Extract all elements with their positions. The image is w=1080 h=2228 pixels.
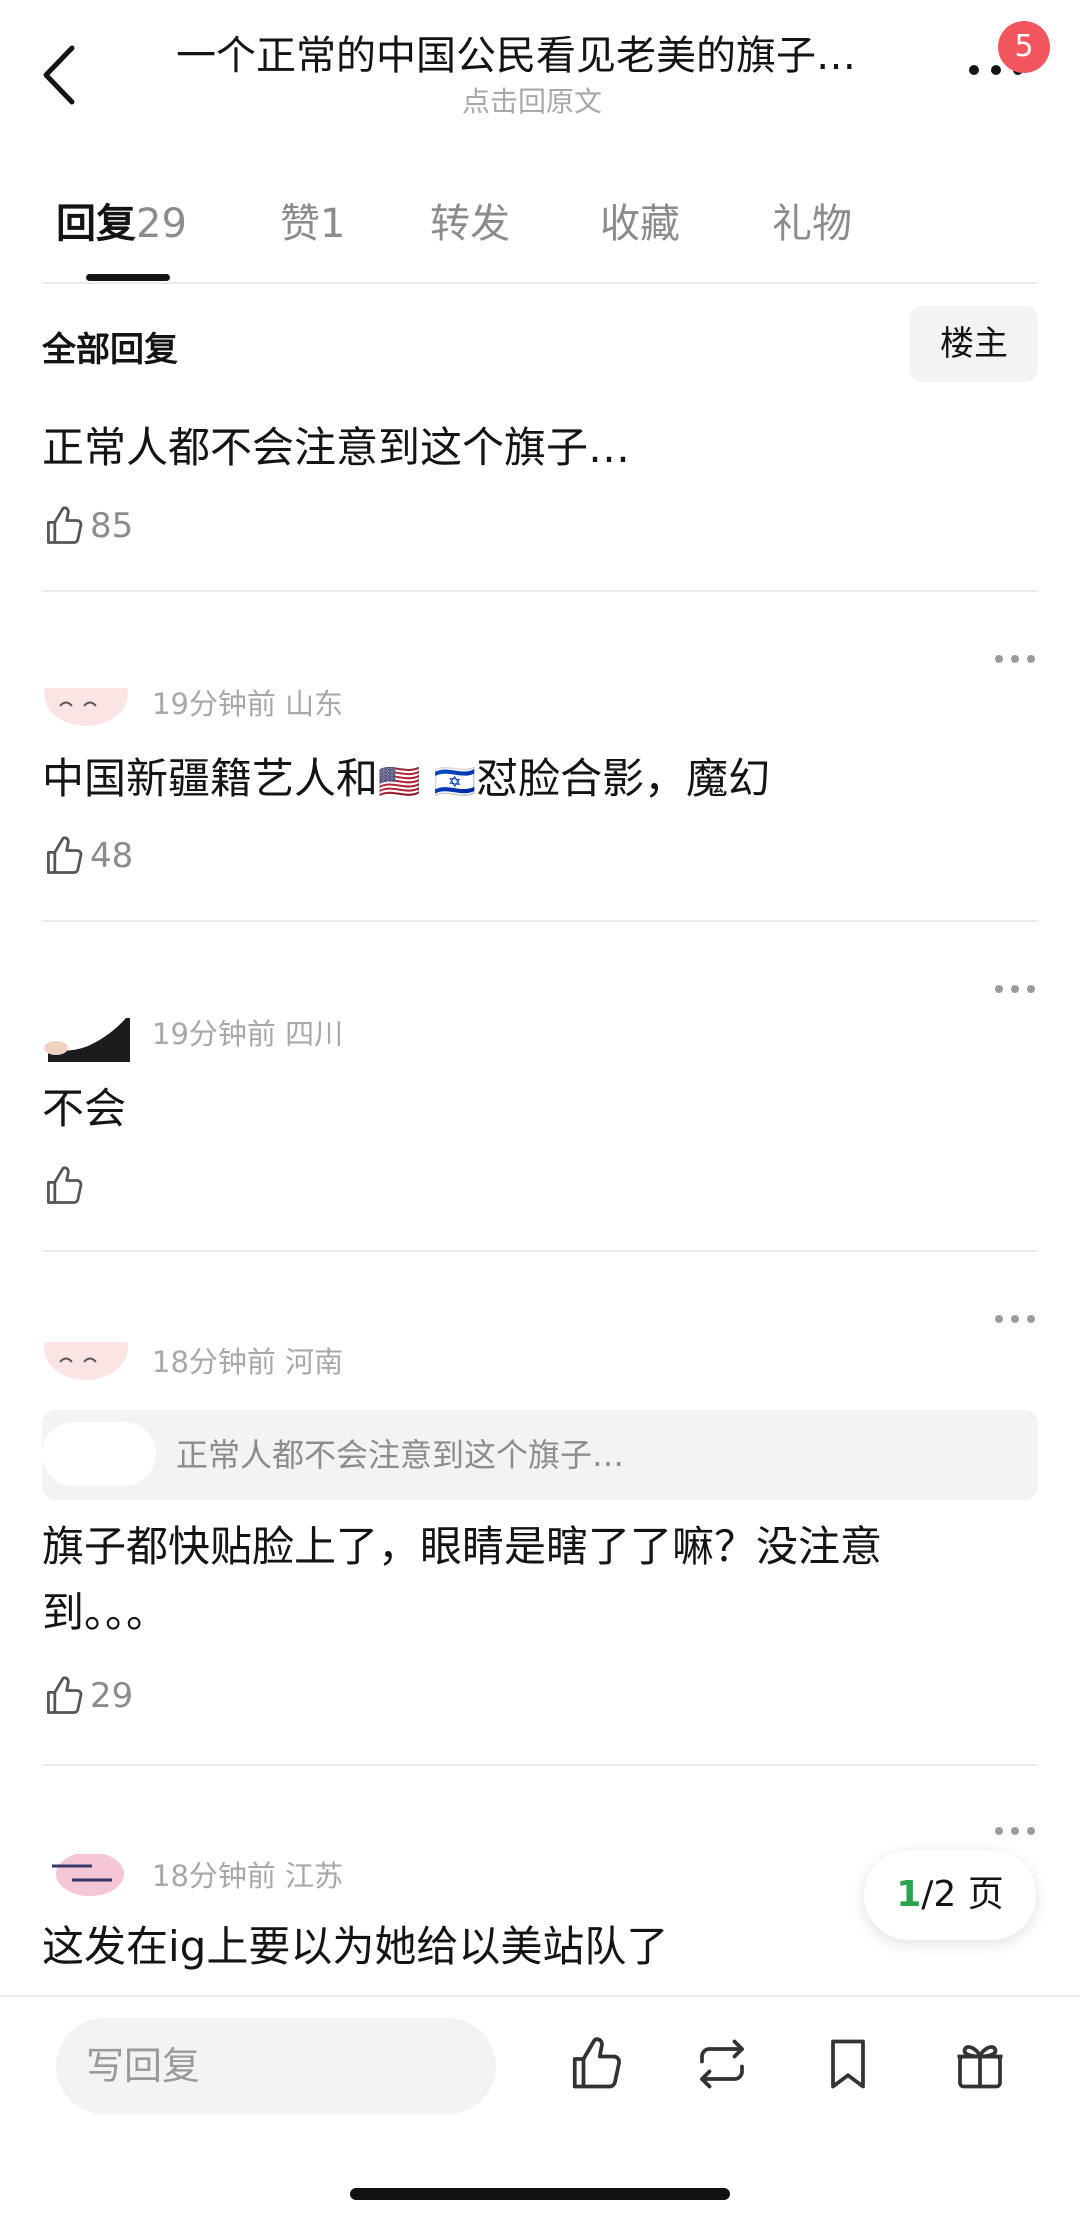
tab-likes[interactable]: 赞1 bbox=[280, 196, 345, 252]
avatar-image bbox=[44, 1018, 130, 1062]
avatar-image bbox=[44, 688, 128, 726]
divider bbox=[42, 282, 1038, 284]
quoted-reply-text: 正常人都不会注意到这个旗子… bbox=[176, 1436, 625, 1474]
comment-text-part: 中国新疆籍艺人和 bbox=[42, 754, 379, 803]
back-button[interactable] bbox=[38, 40, 84, 110]
comment-text: 旗子都快贴脸上了，眼睛是瞎了了嘛？没注意 到。。。 bbox=[42, 1514, 1002, 1646]
thumbs-up-icon bbox=[47, 836, 83, 874]
bookmark-icon bbox=[831, 2039, 865, 2089]
avatar[interactable] bbox=[42, 1342, 130, 1386]
avatar[interactable] bbox=[42, 1018, 130, 1062]
page-title: 一个正常的中国公民看见老美的旗子… bbox=[176, 33, 856, 79]
us-flag-emoji: 🇺🇸 bbox=[378, 762, 421, 802]
home-indicator[interactable] bbox=[350, 2188, 730, 2200]
comment-like-button[interactable] bbox=[42, 1164, 90, 1210]
all-replies-heading: 全部回复 bbox=[42, 330, 178, 370]
comment-time: 19分钟前 bbox=[152, 1017, 276, 1051]
comment-more-button[interactable] bbox=[993, 1310, 1037, 1323]
divider bbox=[42, 1764, 1038, 1766]
comment-meta: 18分钟前 河南 bbox=[152, 1342, 343, 1382]
post-text: 正常人都不会注意到这个旗子… bbox=[42, 423, 631, 472]
tab-label: 回复 bbox=[56, 201, 136, 247]
like-count: 48 bbox=[90, 836, 134, 876]
repost-button[interactable] bbox=[692, 2034, 752, 2094]
avatar[interactable] bbox=[42, 688, 130, 732]
comment-text: 中国新疆籍艺人和🇺🇸 🇮🇱怼脸合影，魔幻 bbox=[42, 746, 1002, 815]
comment-region: 江苏 bbox=[285, 1859, 344, 1893]
tab-count: 1 bbox=[320, 201, 346, 247]
comment-time: 19分钟前 bbox=[152, 687, 276, 721]
more-horizontal-icon bbox=[995, 655, 1035, 663]
current-page: 1 bbox=[896, 1874, 922, 1915]
more-horizontal-icon bbox=[995, 1315, 1035, 1323]
comment-region: 四川 bbox=[285, 1017, 344, 1051]
comment-meta: 19分钟前 四川 bbox=[152, 1014, 343, 1054]
tab-label: 赞 bbox=[280, 201, 320, 247]
thumbs-up-icon bbox=[47, 1166, 83, 1204]
more-horizontal-icon bbox=[995, 985, 1035, 993]
like-button[interactable] bbox=[566, 2034, 626, 2094]
more-horizontal-icon bbox=[995, 1827, 1035, 1835]
notification-badge: 5 bbox=[998, 21, 1050, 73]
repost-icon bbox=[700, 2039, 744, 2089]
comment-time: 18分钟前 bbox=[152, 1859, 276, 1893]
comment-text-part: 怼脸合影，魔幻 bbox=[476, 754, 771, 803]
avatar[interactable] bbox=[42, 1854, 130, 1898]
like-count: 85 bbox=[90, 506, 134, 546]
divider bbox=[42, 1250, 1038, 1252]
active-tab-indicator bbox=[86, 274, 170, 281]
post-like-button[interactable]: 85 bbox=[42, 504, 133, 550]
israel-flag-emoji: 🇮🇱 bbox=[433, 762, 477, 802]
divider bbox=[42, 590, 1038, 592]
comment-meta: 19分钟前 山东 bbox=[152, 684, 343, 724]
comment-more-button[interactable] bbox=[993, 1822, 1037, 1835]
comment-like-button[interactable]: 48 bbox=[42, 834, 133, 880]
comment-region: 河南 bbox=[285, 1345, 344, 1379]
total-pages: /2 bbox=[921, 1874, 957, 1915]
view-original-link[interactable]: 点击回原文 bbox=[462, 80, 602, 120]
comment-text-line: 旗子都快贴脸上了，眼睛是瞎了了嘛？没注意 bbox=[42, 1522, 883, 1571]
page-indicator[interactable]: 1/2 页 bbox=[864, 1850, 1036, 1940]
chevron-left-icon bbox=[43, 45, 75, 105]
tab-reposts[interactable]: 转发 bbox=[430, 196, 510, 252]
thumbs-up-icon bbox=[572, 2037, 621, 2089]
comment-like-button[interactable]: 29 bbox=[42, 1674, 133, 1720]
comment-text: 这发在ig上要以为她给以美站队了 bbox=[42, 1922, 669, 1971]
page-unit: 页 bbox=[967, 1874, 1004, 1915]
comment-text: 不会 bbox=[42, 1084, 127, 1133]
gift-icon bbox=[957, 2045, 1003, 2089]
thumbs-up-icon bbox=[47, 506, 83, 544]
quoted-avatar-placeholder bbox=[42, 1422, 156, 1486]
like-count: 29 bbox=[90, 1676, 134, 1716]
avatar-image bbox=[52, 1854, 124, 1896]
comment-text-line: 到。。。 bbox=[42, 1588, 169, 1637]
bookmark-button[interactable] bbox=[818, 2034, 878, 2094]
thumbs-up-icon bbox=[47, 1676, 83, 1714]
comment-more-button[interactable] bbox=[993, 980, 1037, 993]
owner-only-button[interactable]: 楼主 bbox=[910, 306, 1038, 382]
tab-replies[interactable]: 回复29 bbox=[56, 196, 187, 252]
tab-count: 29 bbox=[136, 201, 187, 247]
tab-label: 礼物 bbox=[772, 201, 852, 247]
comment-meta: 18分钟前 江苏 bbox=[152, 1856, 343, 1896]
comment-more-button[interactable] bbox=[993, 650, 1037, 663]
divider bbox=[42, 920, 1038, 922]
tab-label: 转发 bbox=[430, 201, 510, 247]
reply-input[interactable]: 写回复 bbox=[56, 2018, 496, 2114]
bottom-bar-divider bbox=[0, 1995, 1080, 1997]
comment-region: 山东 bbox=[285, 687, 344, 721]
tab-favorites[interactable]: 收藏 bbox=[600, 196, 680, 252]
tab-label: 收藏 bbox=[600, 201, 680, 247]
comment-time: 18分钟前 bbox=[152, 1345, 276, 1379]
tab-gifts[interactable]: 礼物 bbox=[772, 196, 852, 252]
gift-button[interactable] bbox=[950, 2034, 1010, 2094]
avatar-image bbox=[44, 1342, 128, 1380]
